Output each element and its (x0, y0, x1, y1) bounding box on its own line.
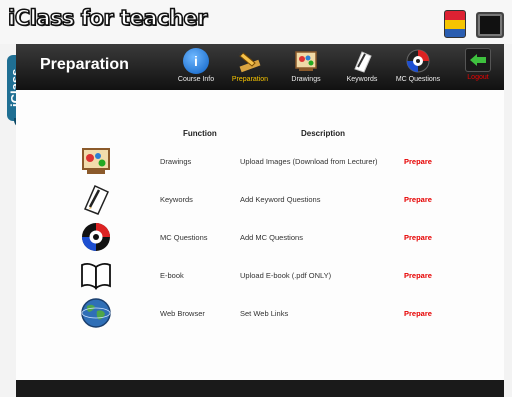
target-icon (78, 221, 114, 253)
nav-label: Course Info (177, 76, 215, 83)
description-label: Upload Images (Download from Lecturer) (240, 157, 378, 166)
nav-course-info[interactable]: i Course Info (168, 46, 224, 88)
prepare-link-drawings[interactable]: Prepare (404, 157, 432, 166)
function-label: Web Browser (160, 309, 205, 318)
description-label: Add MC Questions (240, 233, 303, 242)
top-icons (444, 10, 504, 38)
target-icon (405, 48, 431, 74)
nav-preparation[interactable]: Preparation (222, 46, 278, 88)
table-row: Web Browser Set Web Links Prepare (0, 295, 512, 331)
top-bar: iClass for teacher (0, 0, 512, 44)
info-icon: i (183, 48, 209, 74)
note-pencil-icon (349, 48, 375, 74)
nav-label: MC Questions (395, 76, 441, 83)
book-icon (78, 259, 114, 291)
nav-drawings[interactable]: Drawings (278, 46, 334, 88)
palette-icon (78, 145, 114, 177)
nav-bar: Preparation i Course Info Preparation Dr… (16, 44, 504, 90)
app-logo: iClass for teacher (7, 5, 208, 31)
table-row: MC Questions Add MC Questions Prepare (0, 219, 512, 255)
nav-logout[interactable]: Logout (450, 46, 506, 88)
table-row: Drawings Upload Images (Download from Le… (0, 143, 512, 179)
function-label: Drawings (160, 157, 192, 166)
column-header-description: Description (301, 129, 346, 138)
prepare-link-mc-questions[interactable]: Prepare (404, 233, 432, 242)
nav-mc-questions[interactable]: MC Questions (390, 46, 446, 88)
description-label: Upload E-book (.pdf ONLY) (240, 271, 332, 280)
globe-icon (78, 297, 114, 329)
note-pencil-icon (78, 183, 114, 215)
description-label: Set Web Links (240, 309, 289, 318)
nav-label: Keywords (346, 76, 378, 83)
nav-keywords[interactable]: Keywords (334, 46, 390, 88)
logout-arrow-icon (465, 48, 491, 72)
footer-bar (16, 380, 504, 397)
column-header-function: Function (183, 129, 217, 138)
nav-label: Drawings (291, 76, 321, 83)
app-frame: iClass for teacher iClass Preparation i … (0, 0, 512, 397)
table-row: Keywords Add Keyword Questions Prepare (0, 181, 512, 217)
function-label: E-book (160, 271, 184, 280)
monitor-icon[interactable] (476, 12, 504, 38)
university-crest-icon (444, 10, 466, 38)
description-label: Add Keyword Questions (240, 195, 321, 204)
prepare-link-web-browser[interactable]: Prepare (404, 309, 432, 318)
function-label: Keywords (160, 195, 193, 204)
table-row: E-book Upload E-book (.pdf ONLY) Prepare (0, 257, 512, 293)
pencil-ruler-icon (237, 48, 263, 74)
prepare-link-keywords[interactable]: Prepare (404, 195, 432, 204)
nav-label: Preparation (231, 76, 269, 83)
function-label: MC Questions (160, 233, 208, 242)
page-title: Preparation (40, 56, 129, 73)
nav-label: Logout (467, 74, 489, 81)
palette-icon (293, 48, 319, 74)
prepare-link-ebook[interactable]: Prepare (404, 271, 432, 280)
